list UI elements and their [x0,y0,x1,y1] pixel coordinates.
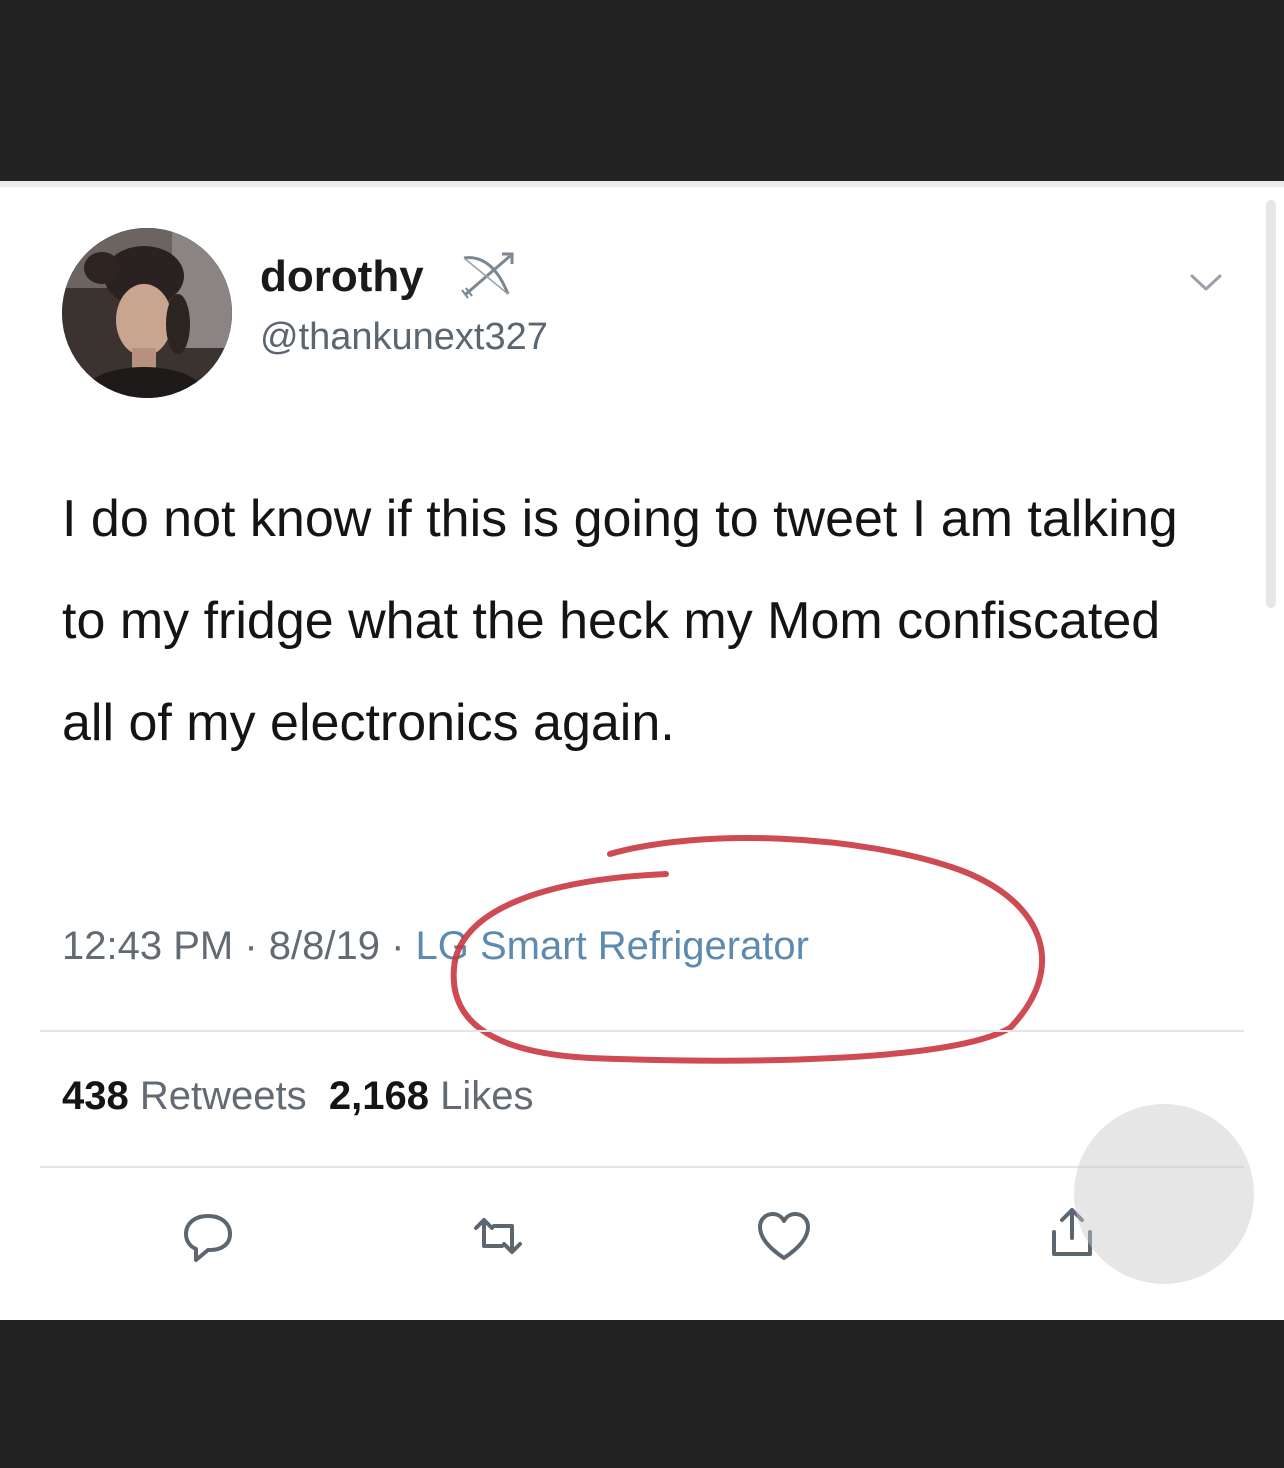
tweet-time: 12:43 PM [62,924,234,968]
meta-separator: · [379,924,416,968]
display-name[interactable]: dorothy [260,252,424,302]
scrollbar[interactable] [1266,200,1276,608]
user-handle[interactable]: @thankunext327 [260,316,548,359]
reply-icon[interactable] [178,1206,238,1266]
tweet-date: 8/8/19 [268,924,380,968]
retweets-label[interactable]: Retweets [140,1074,307,1118]
top-black-bar [0,0,1284,181]
chevron-down-icon[interactable] [1186,268,1226,296]
bottom-black-bar [0,1320,1284,1468]
likes-count[interactable]: 2,168 [329,1074,429,1118]
avatar[interactable] [62,228,232,398]
heart-icon[interactable] [754,1206,814,1266]
retweet-icon[interactable] [468,1206,528,1266]
divider [40,1166,1244,1168]
avatar-image [62,228,232,398]
retweets-count[interactable]: 438 [62,1074,129,1118]
divider [40,1030,1244,1032]
meta-separator: · [233,924,269,968]
likes-label[interactable]: Likes [440,1074,533,1118]
bow-and-arrow-icon [461,252,514,299]
tweet-text: I do not know if this is going to tweet … [62,490,1178,752]
tweet-meta: 12:43 PM · 8/8/19 · LG Smart Refrigerato… [62,924,809,969]
touch-indicator [1074,1104,1254,1284]
tweet-stats: 438 Retweets 2,168 Likes [62,1074,533,1119]
tweet-source-link[interactable]: LG Smart Refrigerator [416,924,809,968]
